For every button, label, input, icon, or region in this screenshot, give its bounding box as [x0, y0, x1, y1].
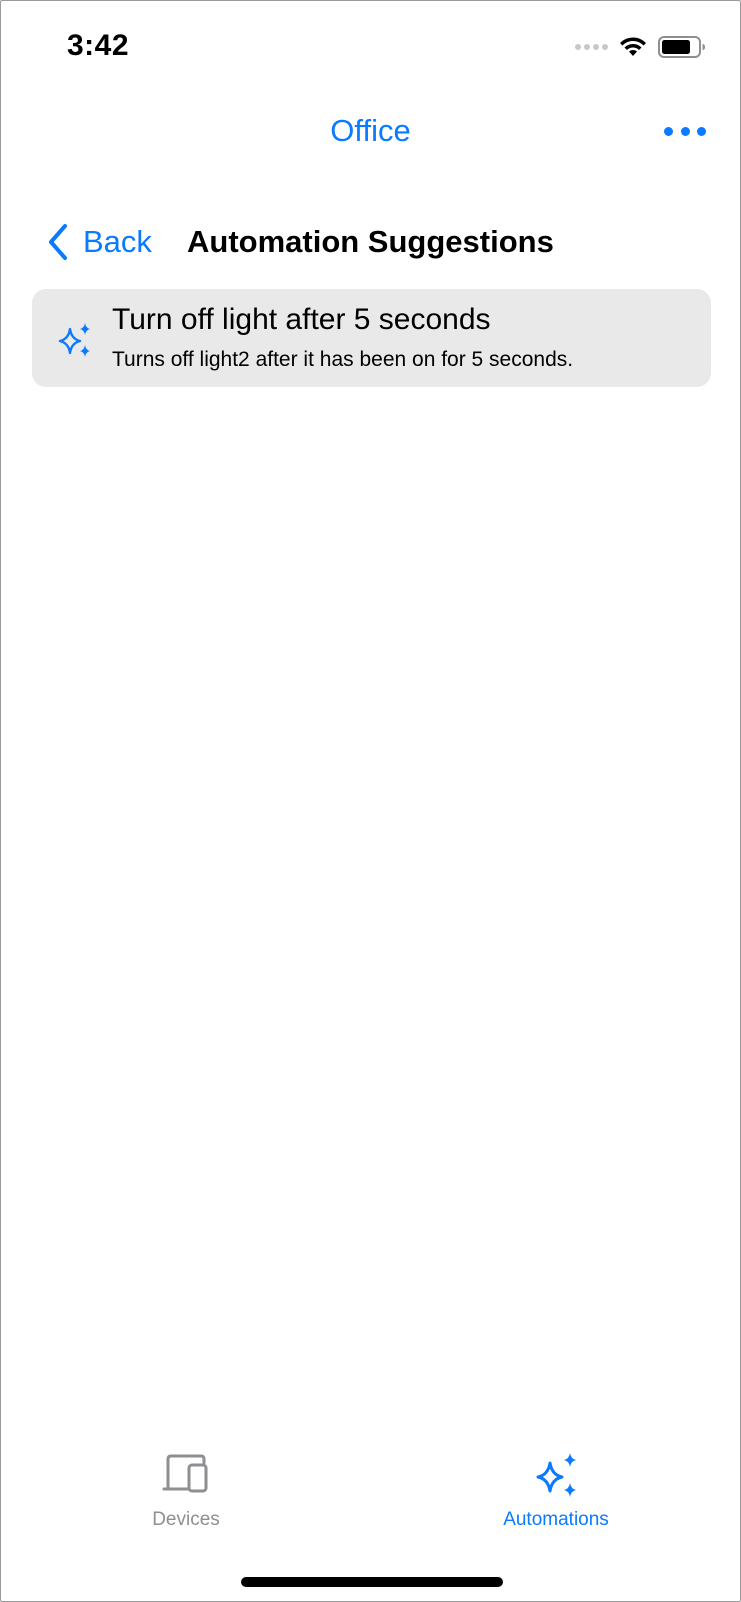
suggestion-title: Turn off light after 5 seconds — [112, 303, 491, 336]
more-options-button[interactable] — [664, 119, 706, 143]
battery-icon — [658, 36, 705, 58]
back-button[interactable]: Back — [47, 223, 152, 261]
status-time: 3:42 — [67, 29, 130, 62]
chevron-left-icon — [49, 224, 67, 260]
tab-devices[interactable]: Devices — [86, 1451, 286, 1531]
home-indicator — [241, 1577, 503, 1587]
wifi-icon — [620, 37, 646, 56]
page-title: Automation Suggestions — [187, 224, 554, 259]
sparkles-icon — [58, 323, 90, 357]
ellipsis-icon — [664, 126, 673, 136]
devices-icon — [162, 1454, 208, 1493]
tab-devices-label: Devices — [152, 1509, 220, 1530]
back-label: Back — [83, 224, 152, 259]
cellular-signal-icon — [575, 44, 608, 50]
suggestion-subtitle: Turns off light2 after it has been on fo… — [112, 348, 574, 371]
suggestion-card[interactable]: Turn off light after 5 seconds Turns off… — [32, 289, 711, 387]
sparkles-icon — [536, 1453, 576, 1497]
tab-automations[interactable]: Automations — [456, 1451, 656, 1531]
phone-screen: 3:42 Office Back Automation Suggestions — [0, 0, 741, 1602]
status-indicators — [575, 35, 706, 59]
nav-title: Office — [330, 113, 411, 148]
tab-automations-label: Automations — [503, 1509, 609, 1530]
